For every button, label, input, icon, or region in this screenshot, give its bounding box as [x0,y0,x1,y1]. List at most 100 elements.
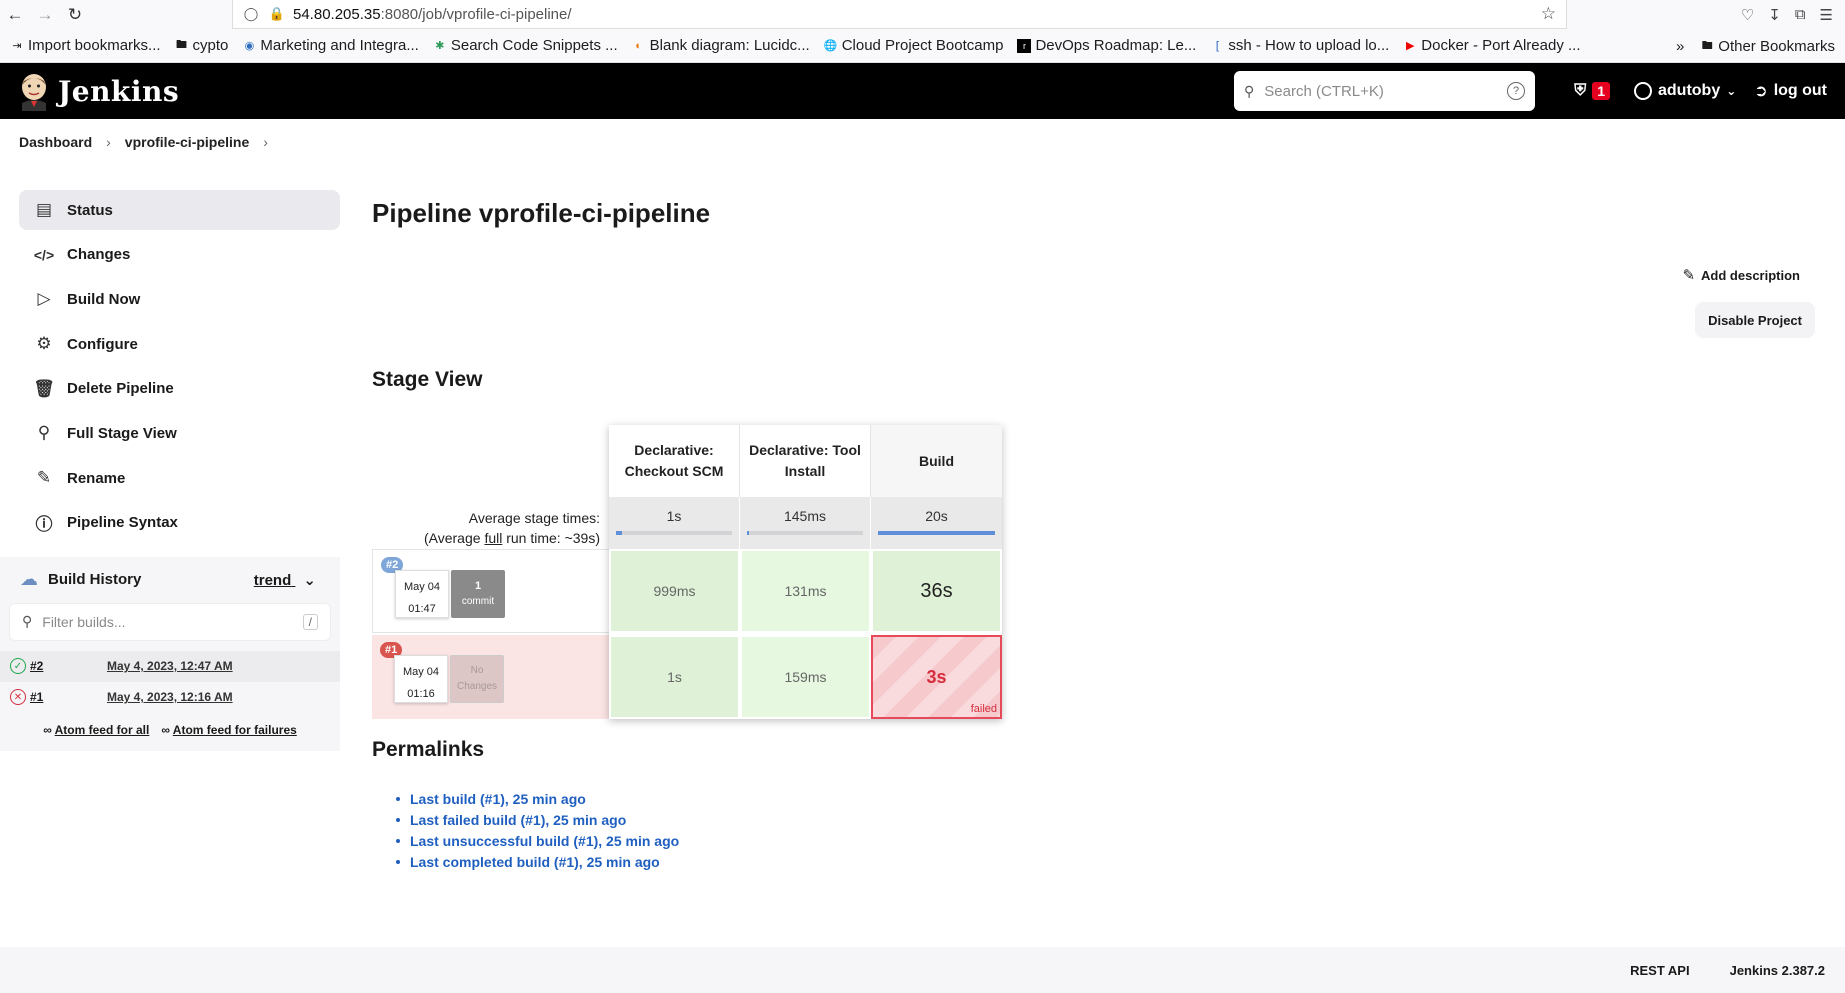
shield-icon[interactable]: ◯ [241,4,261,24]
gear-icon: ⚙ [36,334,52,354]
disable-project-button[interactable]: Disable Project [1695,302,1815,338]
bookmark-item[interactable]: ⇥ Import bookmarks... [10,37,160,54]
trash-icon: 🗑 [33,378,55,398]
build-number-link[interactable]: #1 [30,690,90,704]
bookmark-item[interactable]: ✱ Search Code Snippets ... [433,37,617,54]
build-date-link[interactable]: May 4, 2023, 12:47 AM [107,659,233,673]
stage-grid: Declarative: Checkout SCM Declarative: T… [609,425,1002,719]
permalink-item[interactable]: Last build (#1), 25 min ago [396,788,679,809]
reload-icon[interactable]: ↻ [60,0,90,29]
stage-cell-success[interactable]: 159ms [740,635,871,719]
breadcrumb: Dashboard › vprofile-ci-pipeline › [0,119,1845,164]
stage-averages: 1s 145ms 20s [609,497,1002,549]
brand-title: Jenkins [58,74,180,108]
sidebar-item-full-stage-view[interactable]: ⚲ Full Stage View [19,413,340,453]
sidebar-item-status[interactable]: ▤ Status [19,190,340,230]
stage-view: Average stage times: (Average full run t… [372,425,1002,725]
stage-view-title: Stage View [372,368,483,391]
sidebar-item-label: Full Stage View [67,424,177,442]
forward-icon[interactable]: → [30,0,60,29]
stage-header: Build [871,425,1002,497]
stage-cell-success[interactable]: 36s [871,549,1002,633]
search-help-icon[interactable]: ? [1507,82,1525,100]
run-date: May 04 01:47 [395,570,449,618]
search-box[interactable]: ⚲ ? [1234,71,1535,111]
sidebar-item-label: Build Now [67,290,141,308]
breadcrumb-job[interactable]: vprofile-ci-pipeline [125,134,249,150]
permalink-item[interactable]: Last failed build (#1), 25 min ago [396,809,679,830]
username: adutoby [1658,82,1721,99]
footer: REST API Jenkins 2.387.2 [0,947,1845,993]
stage-cell-failed[interactable]: 3s failed [871,635,1002,719]
chevron-right-icon[interactable]: › [263,134,268,150]
bookmark-item[interactable]: r DevOps Roadmap: Le... [1017,37,1196,54]
bookmark-item[interactable]: [ssh - How to upload lo... [1210,37,1389,54]
sidebar-item-label: Delete Pipeline [67,380,174,398]
sidebar: ▤ Status </> Changes ▷ Build Now ⚙ Confi… [0,190,340,751]
chevron-right-icon[interactable]: › [106,134,111,150]
bookmark-item[interactable]: ◉ Marketing and Integra... [242,37,419,54]
run-changes-button[interactable]: 1 commit [451,570,505,618]
feed-all-link[interactable]: ∞ Atom feed for all [43,723,149,737]
address-bar[interactable]: ◯ 🔒 54.80.205.35:8080/job/vprofile-ci-pi… [232,0,1567,29]
insecure-lock-icon[interactable]: 🔒 [267,4,287,24]
shield-alert-icon: ⛨ [1574,82,1587,99]
bookmark-item[interactable]: 🌐 Cloud Project Bootcamp [824,37,1004,54]
search-input[interactable] [1264,82,1507,100]
sidebar-item-configure[interactable]: ⚙ Configure [19,324,340,364]
build-date-link[interactable]: May 4, 2023, 12:16 AM [107,690,233,704]
user-menu[interactable]: adutoby ⌄ [1634,82,1736,100]
extensions-icon[interactable]: ⧉ [1795,6,1806,23]
browser-actions: ♡ ↧ ⧉ ☰ [1741,0,1845,29]
chevron-down-icon: ⌄ [303,571,316,589]
average-stage-times-label: Average stage times: (Average full run t… [423,510,600,546]
browser-toolbar: ← → ↻ ◯ 🔒 54.80.205.35:8080/job/vprofile… [0,0,1845,29]
build-row[interactable]: ✓ #2 May 4, 2023, 12:47 AM [0,650,340,682]
chevron-more-icon[interactable]: » [1676,38,1684,55]
logout-link[interactable]: ➲ log out [1754,81,1827,101]
stage-cell-success[interactable]: 131ms [740,549,871,633]
security-warnings-button[interactable]: ⛨ 1 [1574,82,1610,100]
feed-failures-link[interactable]: ∞ Atom feed for failures [161,723,296,737]
stage-cell-success[interactable]: 999ms [609,549,740,633]
sidebar-item-label: Rename [67,469,126,487]
build-filter-box[interactable]: ⚲ / [9,602,331,641]
sidebar-item-pipeline-syntax[interactable]: ⓘ Pipeline Syntax [19,503,340,543]
jenkins-header: Jenkins ⚲ ? ⛨ 1 adutoby ⌄ ➲ log out [0,63,1845,119]
bookmark-item[interactable]: ▶ Docker - Port Already ... [1403,37,1580,54]
average-progress-bar [747,531,863,535]
trend-link[interactable]: trend ⌄ [254,571,316,589]
pocket-icon[interactable]: ♡ [1741,6,1754,24]
failed-x-icon: ✕ [10,689,26,706]
rss-icon: ∞ [161,722,170,737]
bookmark-star-icon[interactable]: ☆ [1541,4,1556,24]
bookmark-item[interactable]: ◐ Blank diagram: Lucidc... [632,37,809,54]
bookmark-folder[interactable]: 🖿 cypto [175,37,228,54]
back-icon[interactable]: ← [0,0,30,29]
pencil-icon: ✎ [36,468,52,488]
run-changes-button[interactable]: No Changes [450,655,504,703]
sidebar-item-label: Status [67,201,113,219]
sidebar-item-build-now[interactable]: ▷ Build Now [19,279,340,319]
build-history-header: ☁ Build History trend ⌄ [0,557,340,603]
permalink-item[interactable]: Last unsuccessful build (#1), 25 min ago [396,830,679,851]
sidebar-item-changes[interactable]: </> Changes [19,235,340,275]
build-row[interactable]: ✕ #1 May 4, 2023, 12:16 AM [0,681,340,713]
other-bookmarks-folder[interactable]: 🖿 Other Bookmarks [1700,38,1835,55]
permalink-item[interactable]: Last completed build (#1), 25 min ago [396,851,679,872]
play-icon: ▷ [37,289,51,309]
build-number-link[interactable]: #2 [30,659,90,673]
build-filter-input[interactable] [42,613,303,630]
sidebar-item-delete-pipeline[interactable]: 🗑 Delete Pipeline [19,369,340,409]
menu-icon[interactable]: ☰ [1820,6,1833,24]
sidebar-item-label: Changes [67,246,131,264]
sidebar-item-rename[interactable]: ✎ Rename [19,458,340,498]
jenkins-version-link[interactable]: Jenkins 2.387.2 [1730,963,1825,978]
download-icon[interactable]: ↧ [1768,6,1781,24]
add-description-link[interactable]: ✎ Add description [1682,266,1800,284]
stage-cell-success[interactable]: 1s [609,635,740,719]
breadcrumb-dashboard[interactable]: Dashboard [19,134,92,150]
chevron-down-icon: ⌄ [1726,84,1737,98]
rest-api-link[interactable]: REST API [1630,963,1689,978]
jenkins-home-link[interactable]: Jenkins [18,71,179,111]
